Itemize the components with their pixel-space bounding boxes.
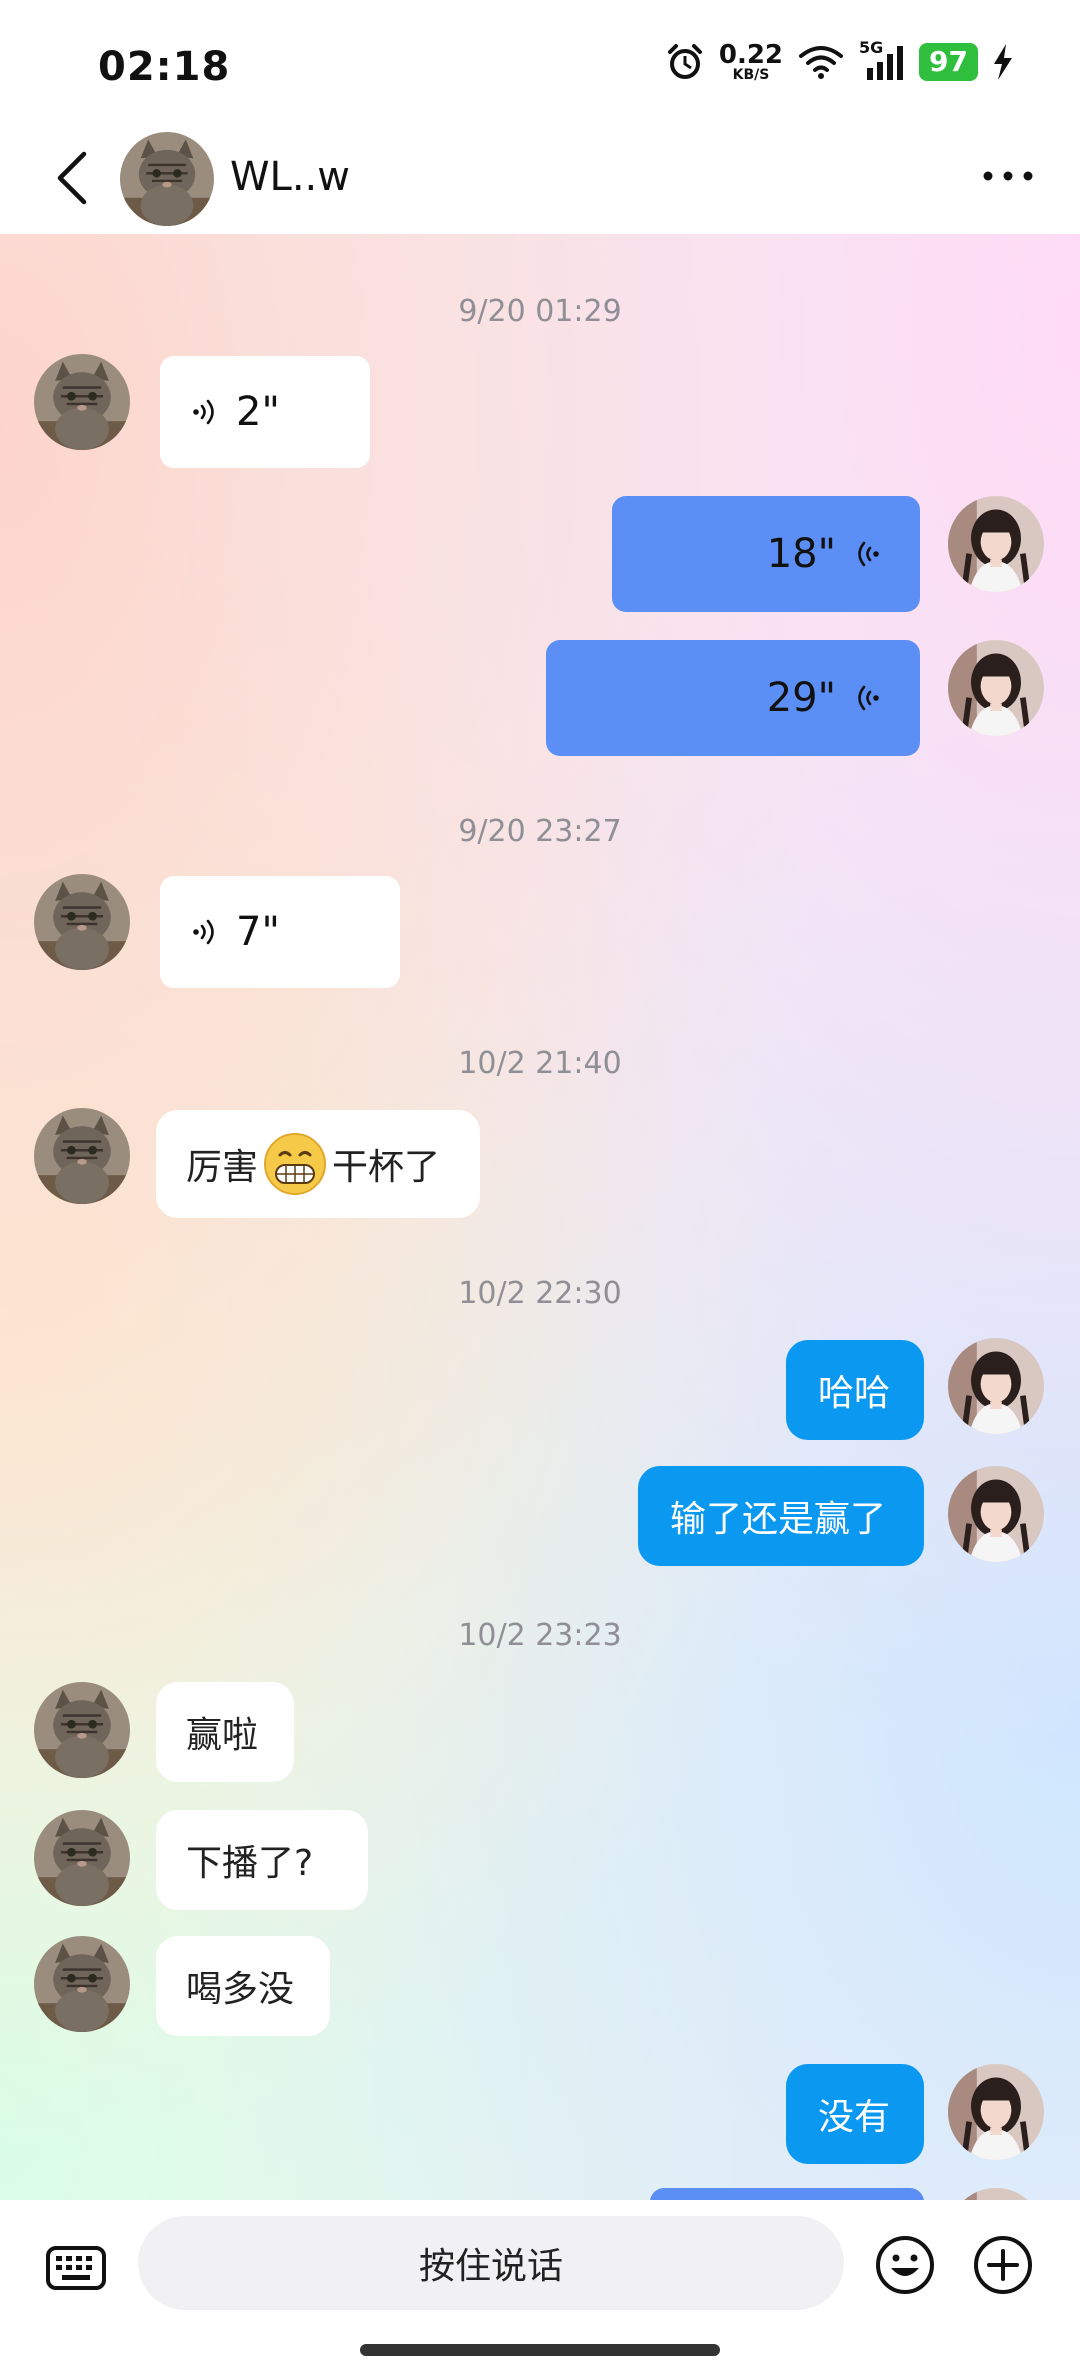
my-avatar[interactable] — [948, 496, 1044, 592]
message-text: 输了还是赢了 — [670, 1499, 887, 1540]
input-bar: 按住说话 — [0, 2200, 1080, 2373]
keyboard-icon[interactable] — [44, 2236, 108, 2300]
voice-duration: 29" — [766, 675, 836, 721]
contact-message-avatar[interactable] — [34, 354, 130, 450]
voice-duration: 18" — [766, 531, 836, 577]
text-message-incoming[interactable]: 喝多没 — [156, 1936, 330, 2036]
back-icon[interactable] — [52, 150, 92, 206]
contact-message-avatar[interactable] — [34, 1108, 130, 1204]
battery-level: 97 — [919, 43, 978, 81]
status-time: 02:18 — [98, 44, 231, 90]
voice-duration: 2" — [236, 389, 280, 435]
message-text: 干杯了 — [332, 1147, 441, 1188]
hold-to-talk-button[interactable]: 按住说话 — [138, 2216, 844, 2310]
my-avatar[interactable] — [948, 2064, 1044, 2160]
voice-duration: 7" — [236, 909, 280, 955]
contact-message-avatar[interactable] — [34, 1682, 130, 1778]
voice-wave-icon — [190, 396, 222, 428]
text-message-incoming[interactable]: 厉害 干杯了 — [156, 1110, 480, 1218]
my-avatar[interactable] — [948, 2188, 1044, 2200]
alarm-icon — [667, 44, 702, 79]
message-text: 厉害 — [186, 1147, 259, 1188]
timestamp: 10/2 21:40 — [458, 1046, 622, 1081]
voice-message-incoming[interactable]: 7" — [160, 876, 400, 988]
voice-message-incoming[interactable]: 2" — [160, 356, 370, 468]
message-text: 没有 — [818, 2097, 891, 2138]
voice-message-outgoing[interactable]: 29" — [546, 640, 920, 756]
timestamp: 10/2 22:30 — [458, 1276, 622, 1311]
wifi-icon — [799, 46, 844, 79]
chat-header: WL..w — [0, 120, 1080, 234]
timestamp: 10/2 23:23 — [458, 1618, 622, 1653]
my-avatar[interactable] — [948, 640, 1044, 736]
contact-message-avatar[interactable] — [34, 1936, 130, 2032]
voice-wave-icon — [850, 538, 882, 570]
voice-message-outgoing-partial[interactable] — [650, 2188, 924, 2200]
voice-wave-icon — [190, 916, 222, 948]
message-text: 下播了? — [186, 1843, 314, 1884]
chat-area[interactable]: 9/20 01:29 2" 18" 29" 9/20 23:27 7" 10/2… — [0, 234, 1080, 2200]
charging-icon — [994, 44, 1012, 80]
text-message-outgoing[interactable]: 输了还是赢了 — [638, 1466, 924, 1566]
voice-message-outgoing[interactable]: 18" — [612, 496, 920, 612]
home-indicator[interactable] — [360, 2344, 720, 2356]
contact-avatar[interactable] — [120, 132, 214, 226]
contact-name[interactable]: WL..w — [230, 154, 350, 200]
status-bar: 02:18 0.22 KB/S 5G 97 — [0, 0, 1080, 120]
contact-message-avatar[interactable] — [34, 874, 130, 970]
text-message-incoming[interactable]: 赢啦 — [156, 1682, 294, 1782]
contact-message-avatar[interactable] — [34, 1810, 130, 1906]
text-message-incoming[interactable]: 下播了? — [156, 1810, 368, 1910]
text-message-outgoing[interactable]: 哈哈 — [786, 1340, 924, 1440]
my-avatar[interactable] — [948, 1466, 1044, 1562]
status-icons: 0.22 KB/S 5G 97 — [665, 38, 1014, 82]
text-message-outgoing[interactable]: 没有 — [786, 2064, 924, 2164]
message-text: 喝多没 — [186, 1969, 295, 2010]
signal-icon: 5G — [859, 38, 905, 82]
message-text: 哈哈 — [818, 1373, 891, 1414]
network-speed-unit: KB/S — [732, 67, 770, 83]
message-text: 赢啦 — [186, 1715, 259, 1756]
timestamp: 9/20 01:29 — [458, 294, 622, 329]
voice-wave-icon — [850, 682, 882, 714]
network-speed-value: 0.22 — [718, 40, 784, 70]
plus-icon[interactable] — [972, 2234, 1034, 2296]
timestamp: 9/20 23:27 — [458, 814, 622, 849]
network-speed: 0.22 KB/S — [719, 42, 783, 82]
grin-emoji-icon — [264, 1133, 327, 1195]
my-avatar[interactable] — [948, 1338, 1044, 1434]
emoji-icon[interactable] — [874, 2234, 936, 2296]
more-icon[interactable] — [978, 156, 1038, 196]
